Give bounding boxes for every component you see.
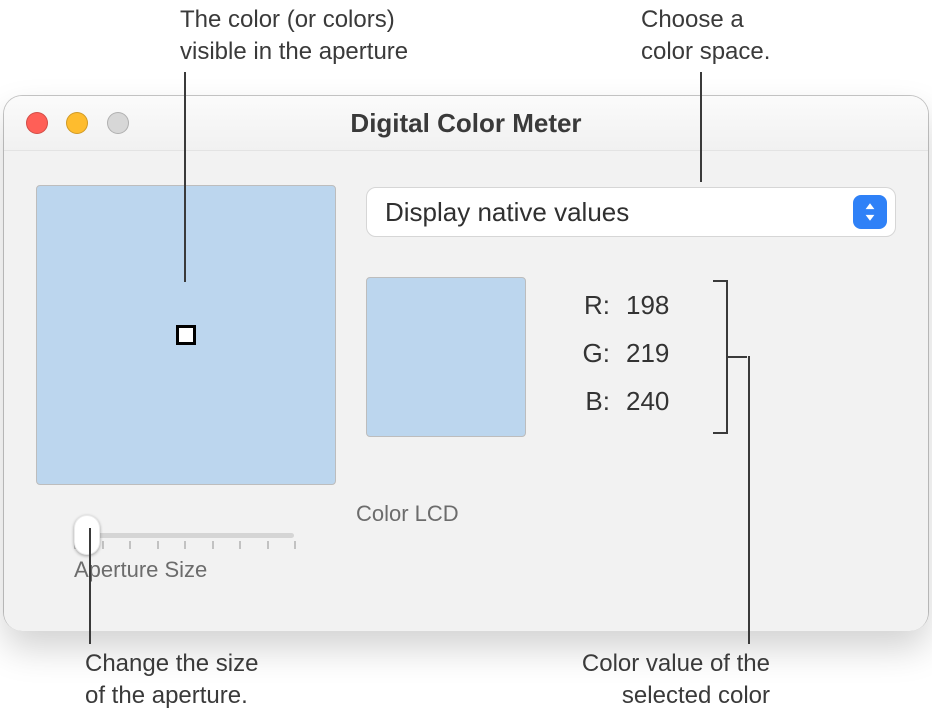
color-readouts: R: 198 G: 219 B: 240	[564, 281, 706, 425]
callout-change-size: Change the size of the aperture.	[85, 648, 385, 712]
window-content: Aperture Size Display native values R: 1…	[4, 151, 928, 631]
color-space-popup[interactable]: Display native values	[366, 187, 896, 237]
aperture-preview	[36, 185, 336, 485]
aperture-size-slider[interactable]	[74, 521, 294, 549]
callout-color-value: Color value of the selected color	[470, 648, 770, 712]
color-space-selected: Display native values	[385, 197, 629, 228]
aperture-size-label: Aperture Size	[74, 557, 294, 583]
callout-aperture-colors: The color (or colors) visible in the ape…	[180, 4, 480, 68]
app-window: Digital Color Meter Aperture Size Displ	[4, 96, 928, 630]
color-swatch	[366, 277, 526, 437]
aperture-size-slider-group: Aperture Size	[74, 521, 294, 583]
readout-bracket-icon	[712, 277, 752, 437]
callout-choose-space: Choose a color space.	[641, 4, 932, 68]
readout-row-b: B: 240	[564, 377, 706, 425]
slider-knob[interactable]	[74, 515, 100, 555]
readout-row-r: R: 198	[564, 281, 706, 329]
chevron-up-down-icon	[853, 195, 887, 229]
window-title: Digital Color Meter	[4, 96, 928, 150]
aperture-marker	[176, 325, 196, 345]
titlebar: Digital Color Meter	[4, 96, 928, 151]
readout-row-g: G: 219	[564, 329, 706, 377]
display-profile-label: Color LCD	[356, 501, 459, 527]
